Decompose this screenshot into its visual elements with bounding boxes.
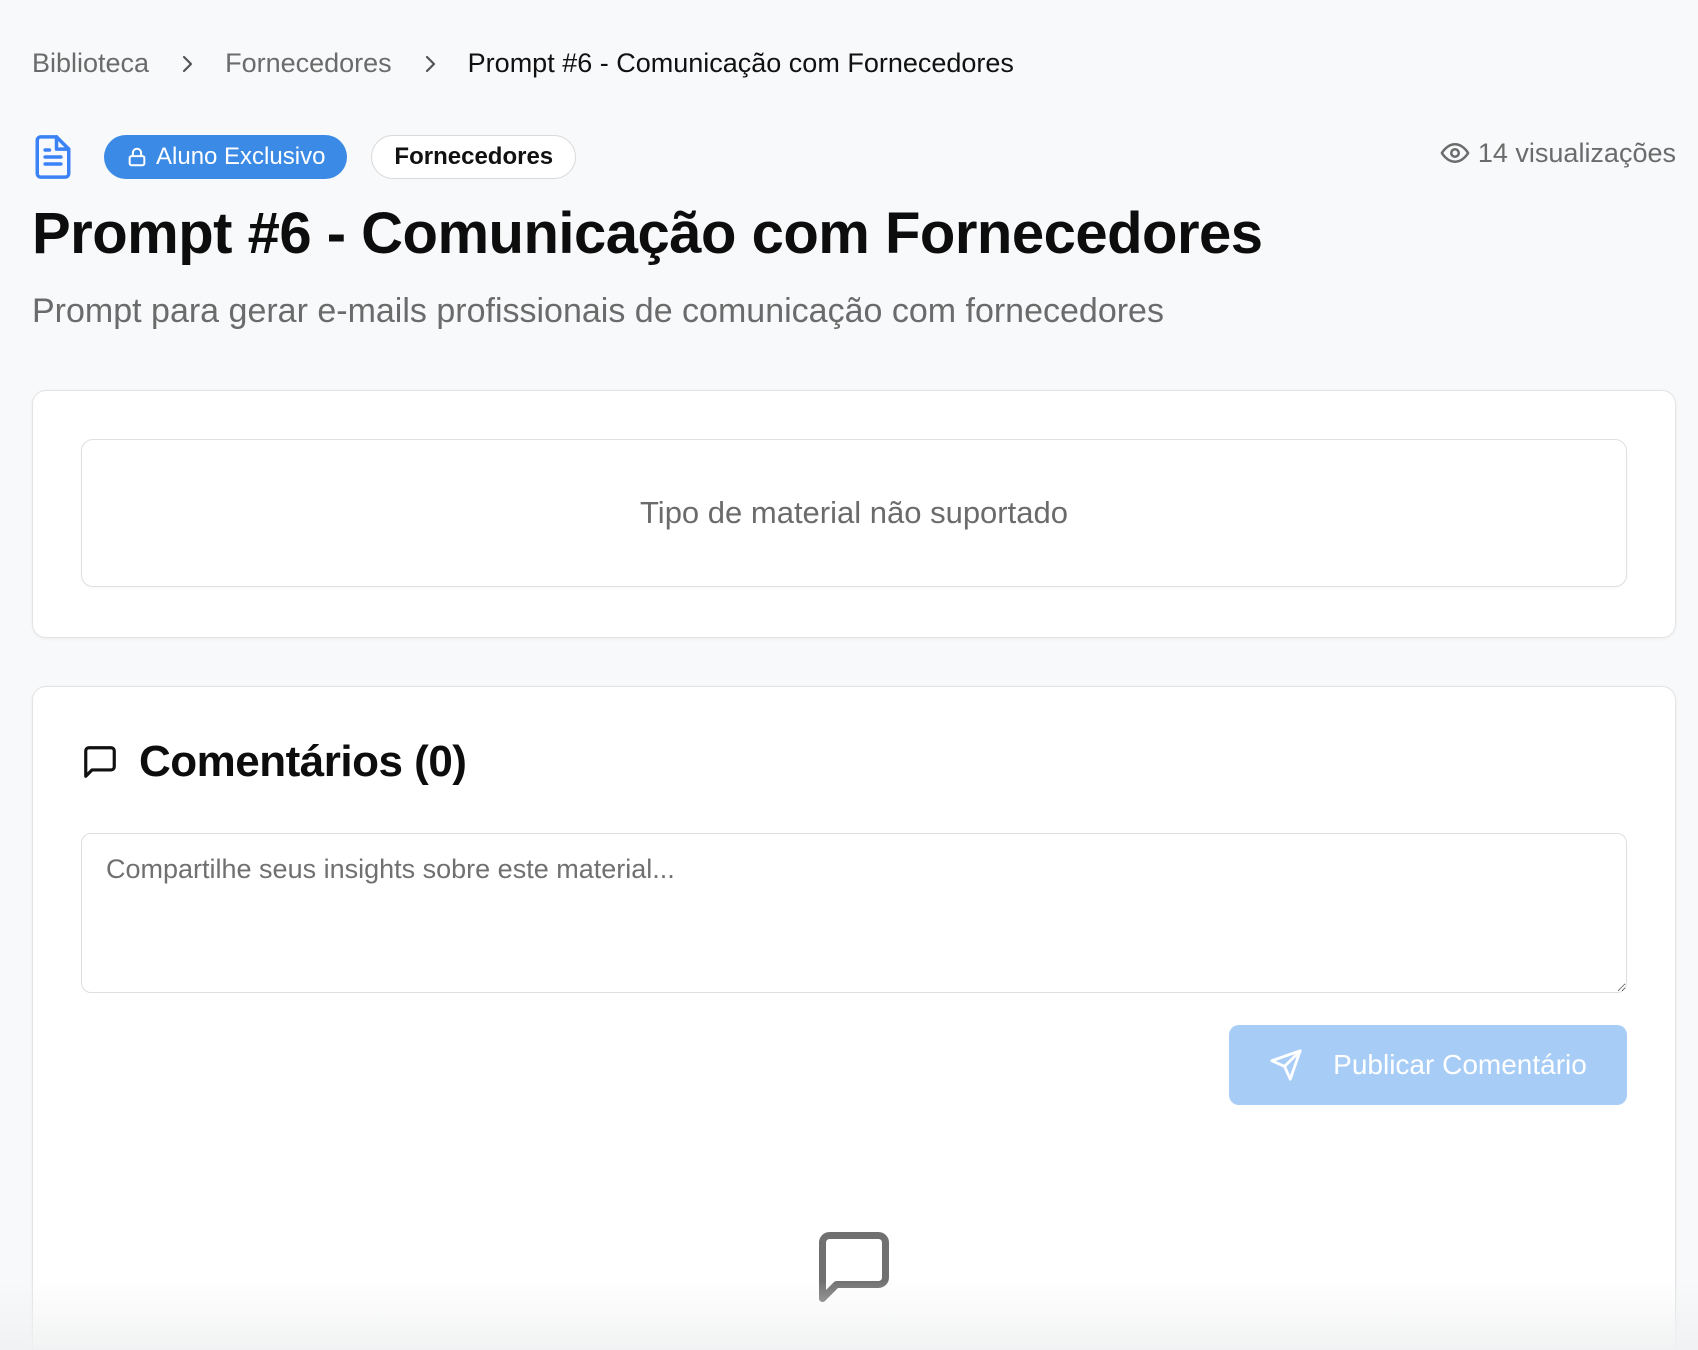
views-text: 14 visualizações <box>1477 137 1676 168</box>
meta-row: Aluno Exclusivo Fornecedores 14 visualiz… <box>32 134 1676 180</box>
comments-header: Comentários (0) <box>81 737 467 787</box>
page-title: Prompt #6 - Comunicação com Fornecedores <box>32 201 1263 266</box>
page-subtitle: Prompt para gerar e-mails profissionais … <box>32 292 1164 330</box>
publish-comment-label: Publicar Comentário <box>1333 1049 1587 1080</box>
breadcrumb-item-fornecedores[interactable]: Fornecedores <box>225 48 392 79</box>
category-badge[interactable]: Fornecedores <box>371 135 577 179</box>
message-square-icon <box>81 743 119 781</box>
page: Biblioteca Fornecedores Prompt #6 - Comu… <box>0 0 1698 1350</box>
comments-title: Comentários (0) <box>139 737 467 786</box>
comments-section: Comentários (0) Publicar Comentário <box>32 686 1676 1350</box>
document-icon <box>32 134 74 180</box>
eye-icon <box>1440 138 1470 168</box>
material-unsupported-message: Tipo de material não suportado <box>640 495 1068 530</box>
lock-icon <box>126 146 148 168</box>
chevron-right-icon <box>175 52 199 76</box>
breadcrumb-item-current: Prompt #6 - Comunicação com Fornecedores <box>467 48 1014 78</box>
breadcrumb-item-biblioteca[interactable]: Biblioteca <box>32 48 149 79</box>
chevron-right-icon <box>418 52 442 76</box>
breadcrumb: Biblioteca Fornecedores Prompt #6 - Comu… <box>32 48 1014 79</box>
publish-comment-button[interactable]: Publicar Comentário <box>1229 1025 1627 1105</box>
views-counter: 14 visualizações <box>1440 138 1676 169</box>
exclusive-badge-label: Aluno Exclusivo <box>156 143 326 170</box>
material-card: Tipo de material não suportado <box>32 390 1676 638</box>
material-placeholder: Tipo de material não suportado <box>81 439 1627 587</box>
empty-comments-icon <box>812 1225 896 1309</box>
comment-input[interactable] <box>81 833 1627 993</box>
exclusive-badge: Aluno Exclusivo <box>104 135 348 179</box>
send-icon <box>1269 1048 1303 1082</box>
